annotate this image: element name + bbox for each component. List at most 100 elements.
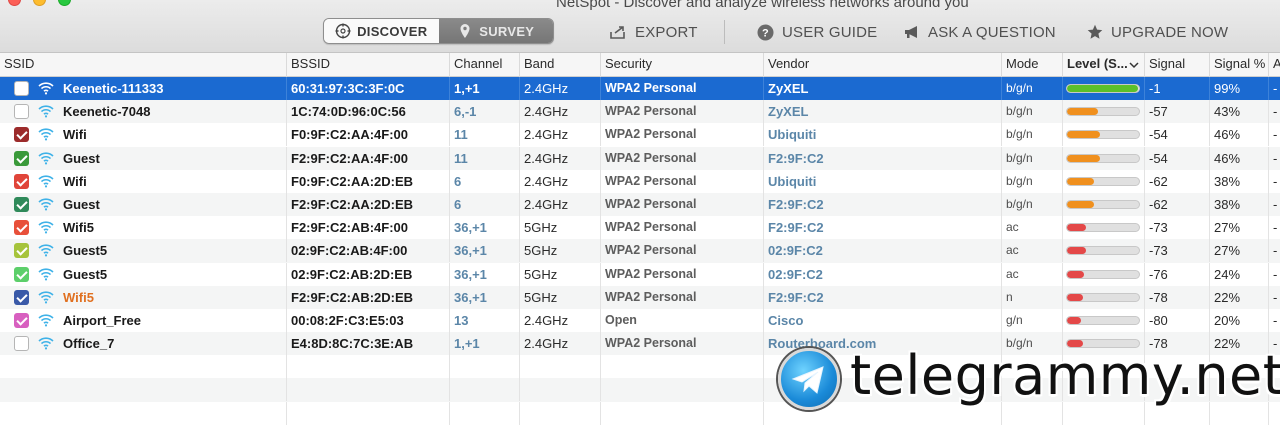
upgrade-now-button[interactable]: UPGRADE NOW <box>1087 22 1228 42</box>
network-checkbox[interactable] <box>14 336 29 352</box>
signal-level-fill <box>1067 85 1139 92</box>
ssid-cell: Keenetic-7048 <box>0 100 286 123</box>
vendor-cell: Cisco <box>763 308 1001 332</box>
column-header-security[interactable]: Security <box>600 53 763 77</box>
table-row[interactable]: Guest F2:9F:C2:AA:2D:EB 6 2.4GHz WPA2 Person… <box>0 192 1280 217</box>
network-checkbox[interactable] <box>14 104 29 120</box>
signal-level-bar <box>1066 130 1140 140</box>
wifi-signal-icon <box>38 337 54 350</box>
band-cell: 2.4GHz <box>519 123 600 147</box>
network-checkbox[interactable] <box>14 220 29 236</box>
table-row[interactable]: Keenetic-7048 1C:74:0D:96:0C:56 6,-1 2.4GHz… <box>0 100 1280 124</box>
channel-cell: 1,+1 <box>449 332 519 356</box>
bssid-cell: F2:9F:C2:AB:2D:EB <box>286 285 449 309</box>
band-cell: 5GHz <box>519 285 600 309</box>
signal-cell: -1 <box>1144 77 1209 100</box>
svg-text:?: ? <box>762 27 769 39</box>
zoom-window-button[interactable] <box>58 0 71 6</box>
table-row[interactable]: Keenetic-111333 60:31:97:3C:3F:0C 1,+1 2.4G… <box>0 77 1280 101</box>
column-header-a[interactable]: A <box>1268 53 1280 77</box>
user-guide-button[interactable]: ? USER GUIDE <box>757 22 877 42</box>
help-icon: ? <box>757 24 774 40</box>
grid-line <box>519 378 524 402</box>
channel-cell: 13 <box>449 308 519 332</box>
signal-percent-cell: 38% <box>1209 192 1268 216</box>
bssid-cell: 02:9F:C2:AB:4F:00 <box>286 239 449 263</box>
bssid-cell: 1C:74:0D:96:0C:56 <box>286 100 449 124</box>
ask-question-button[interactable]: ASK A QUESTION <box>904 22 1056 42</box>
channel-cell: 6 <box>449 169 519 193</box>
vendor-cell: Ubiquiti <box>763 169 1001 193</box>
band-cell: 2.4GHz <box>519 77 600 100</box>
signal-level-fill <box>1067 316 1082 324</box>
network-checkbox[interactable] <box>14 243 29 259</box>
bssid-cell: F2:9F:C2:AA:2D:EB <box>286 192 449 216</box>
close-window-button[interactable] <box>8 0 21 6</box>
table-row[interactable]: Wifi5 F2:9F:C2:AB:4F:00 36,+1 5GHz WPA2 Pers… <box>0 216 1280 240</box>
survey-button[interactable]: SURVEY <box>438 19 553 43</box>
column-header-signal[interactable]: Signal <box>1144 53 1209 77</box>
export-button[interactable]: EXPORT <box>609 22 698 42</box>
column-header-ssid[interactable]: SSID <box>0 53 286 77</box>
network-checkbox[interactable] <box>14 127 29 143</box>
survey-label: SURVEY <box>479 23 535 39</box>
mode-cell: b/g/n <box>1001 77 1062 100</box>
column-header-mode[interactable]: Mode <box>1001 53 1062 77</box>
vendor-cell: 02:9F:C2 <box>763 262 1001 286</box>
export-icon <box>610 26 625 39</box>
wifi-signal-icon <box>38 175 54 188</box>
ask-question-label: ASK A QUESTION <box>928 23 1056 41</box>
column-header-signal-pct[interactable]: Signal % <box>1209 53 1268 77</box>
bssid-cell: 60:31:97:3C:3F:0C <box>286 77 449 100</box>
network-checkbox[interactable] <box>14 312 29 328</box>
discover-button[interactable]: DISCOVER <box>324 19 439 43</box>
network-checkbox[interactable] <box>14 81 29 96</box>
column-header-band[interactable]: Band <box>519 53 600 77</box>
watermark: telegrammy.net <box>778 344 1280 410</box>
band-cell: 2.4GHz <box>519 192 600 216</box>
table-row[interactable]: Wifi F0:9F:C2:AA:4F:00 11 2.4GHz WPA2 Person… <box>0 123 1280 147</box>
ssid-label: Guest5 <box>63 243 108 259</box>
table-row[interactable]: Guest5 02:9F:C2:AB:2D:EB 36,+1 5GHz WPA2 Per… <box>0 262 1280 286</box>
mode-cell: b/g/n <box>1001 123 1062 147</box>
column-header-channel[interactable]: Channel <box>449 53 519 77</box>
ssid-label: Wifi5 <box>63 220 94 236</box>
column-header-vendor[interactable]: Vendor <box>763 53 1001 77</box>
signal-level-fill <box>1067 270 1085 278</box>
table-row[interactable]: Wifi F0:9F:C2:AA:2D:EB 6 2.4GHz WPA2 Persona… <box>0 169 1280 193</box>
table-row[interactable]: Airport_Free 00:08:2F:C3:E5:03 13 2.4GHz Ope… <box>0 308 1280 332</box>
signal-level-fill <box>1067 154 1101 162</box>
grid-line <box>449 355 454 379</box>
upgrade-now-label: UPGRADE NOW <box>1111 23 1229 41</box>
signal-percent-cell: 27% <box>1209 216 1268 240</box>
a-cell: - <box>1268 262 1280 286</box>
column-header-level[interactable]: Level (S... <box>1062 53 1144 77</box>
network-checkbox[interactable] <box>14 173 29 189</box>
ssid-label: Keenetic-7048 <box>63 104 151 120</box>
network-checkbox[interactable] <box>14 289 29 305</box>
signal-cell: -62 <box>1144 192 1209 216</box>
channel-cell: 36,+1 <box>449 262 519 286</box>
band-cell: 2.4GHz <box>519 100 600 124</box>
band-cell: 5GHz <box>519 262 600 286</box>
table-row[interactable]: Guest F2:9F:C2:AA:4F:00 11 2.4GHz WPA2 Perso… <box>0 146 1280 170</box>
mode-cell: ac <box>1001 262 1062 286</box>
security-cell: WPA2 Personal <box>600 262 763 286</box>
security-cell: WPA2 Personal <box>600 146 763 170</box>
table-row[interactable]: Wifi5 F2:9F:C2:AB:2D:EB 36,+1 5GHz WPA2 Pers… <box>0 285 1280 309</box>
network-checkbox[interactable] <box>14 150 29 166</box>
grid-line <box>286 401 291 425</box>
wifi-signal-icon <box>38 128 54 141</box>
security-cell: WPA2 Personal <box>600 239 763 263</box>
table-row[interactable]: Guest5 02:9F:C2:AB:4F:00 36,+1 5GHz WPA2 Per… <box>0 239 1280 263</box>
ssid-cell: Wifi5 <box>0 216 286 239</box>
column-header-bssid[interactable]: BSSID <box>286 53 449 77</box>
a-cell: - <box>1268 100 1280 124</box>
network-checkbox[interactable] <box>14 196 29 212</box>
network-checkbox[interactable] <box>14 266 29 282</box>
minimize-window-button[interactable] <box>33 0 46 6</box>
signal-percent-cell: 99% <box>1209 77 1268 100</box>
vendor-cell: F2:9F:C2 <box>763 192 1001 216</box>
grid-line <box>0 355 4 378</box>
ssid-cell: Wifi5 <box>0 286 286 309</box>
